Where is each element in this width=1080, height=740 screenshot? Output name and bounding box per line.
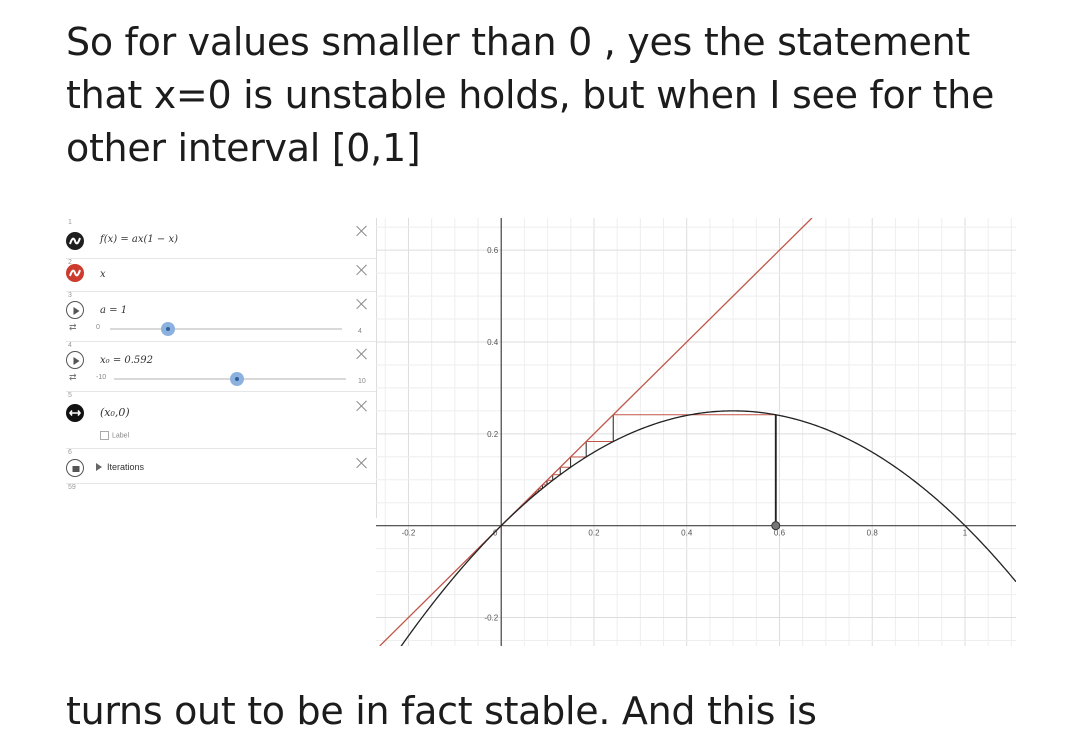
x-tick-label: -0.2: [402, 529, 416, 538]
swap-icon[interactable]: ⇄: [69, 372, 77, 383]
algebra-row-point[interactable]: 5 (x₀,0) Label: [66, 391, 376, 449]
iterations-label: Iterations: [107, 462, 145, 472]
algebra-row-iterations[interactable]: 6 Iterations: [66, 448, 376, 484]
axes: [376, 218, 1016, 646]
algebra-row-x0-slider[interactable]: 4 x₀ = 0.592 ⇄ -10 10: [66, 341, 376, 392]
cobweb-iterations: [511, 414, 777, 526]
y-tick-label: 0.4: [487, 338, 499, 347]
algebra-row-function[interactable]: 1 f(x) = ax(1 − x): [66, 218, 376, 259]
slider-max: 10: [358, 378, 366, 385]
label-checkbox-text: Label: [112, 432, 130, 440]
label-checkbox[interactable]: Label: [100, 431, 129, 440]
identity-line-visibility-icon[interactable]: [66, 264, 84, 282]
delete-icon[interactable]: [356, 400, 368, 412]
identity-line[interactable]: [379, 218, 813, 646]
question-text-bottom: turns out to be in fact stable. And this…: [66, 689, 817, 733]
algebra-row-identity[interactable]: 2 x: [66, 258, 376, 292]
a-slider-track[interactable]: [110, 328, 342, 330]
x0-expression[interactable]: x₀ = 0.592: [100, 355, 153, 366]
function-expression[interactable]: f(x) = ax(1 − x): [100, 234, 178, 245]
initial-point[interactable]: [771, 521, 781, 531]
iterations-toggle[interactable]: Iterations: [96, 462, 144, 472]
geogebra-app: 1 f(x) = ax(1 − x) 2 x 3 a = 1 ⇄ 0 4 4 x…: [66, 218, 1016, 646]
swap-icon[interactable]: ⇄: [69, 322, 77, 333]
x0-slider-knob[interactable]: [229, 372, 244, 386]
slider-max: 4: [358, 328, 362, 335]
a-slider-knob[interactable]: [161, 322, 175, 336]
x-tick-label: 0.2: [588, 529, 600, 538]
play-icon[interactable]: [66, 301, 84, 319]
list-visibility-icon[interactable]: [66, 459, 84, 477]
y-tick-label: 0.6: [487, 246, 499, 255]
function-visibility-icon[interactable]: [66, 232, 84, 250]
row-number: 1: [68, 219, 72, 226]
y-tick-label: -0.2: [484, 614, 498, 623]
y-tick-label: 0.2: [487, 430, 499, 439]
delete-icon[interactable]: [356, 298, 368, 310]
row-number: 59: [68, 484, 76, 491]
row-number: 4: [68, 342, 72, 349]
x-tick-label: 1: [963, 529, 968, 538]
row-number: 6: [68, 449, 72, 456]
grid: [376, 218, 1016, 646]
delete-icon[interactable]: [356, 225, 368, 237]
row-number: 5: [68, 392, 72, 399]
slider-min: -10: [96, 374, 107, 381]
expand-triangle-icon[interactable]: [96, 463, 102, 471]
delete-icon[interactable]: [356, 264, 368, 276]
row-number: 3: [68, 292, 72, 299]
a-expression[interactable]: a = 1: [100, 305, 127, 316]
slider-min: 0: [96, 324, 100, 331]
algebra-row-a-slider[interactable]: 3 a = 1 ⇄ 0 4: [66, 291, 376, 342]
graphics-view[interactable]: -0.2 0 0.2 0.4 0.6 0.8 10.60.40.2-0.2: [376, 218, 1016, 646]
algebra-view: 1 f(x) = ax(1 − x) 2 x 3 a = 1 ⇄ 0 4 4 x…: [66, 218, 377, 518]
x-tick-label: 0.4: [681, 529, 693, 538]
play-icon[interactable]: [66, 351, 84, 369]
question-text-top: So for values smaller than 0 , yes the s…: [66, 20, 995, 170]
point-expression[interactable]: (x₀,0): [100, 406, 130, 419]
x-tick-label: 0.8: [867, 529, 879, 538]
point-visibility-icon[interactable]: [66, 404, 84, 422]
algebra-row-input[interactable]: 59: [66, 483, 376, 513]
function-curve[interactable]: [386, 410, 1016, 646]
identity-expression[interactable]: x: [100, 269, 106, 280]
delete-icon[interactable]: [356, 457, 368, 469]
delete-icon[interactable]: [356, 348, 368, 360]
